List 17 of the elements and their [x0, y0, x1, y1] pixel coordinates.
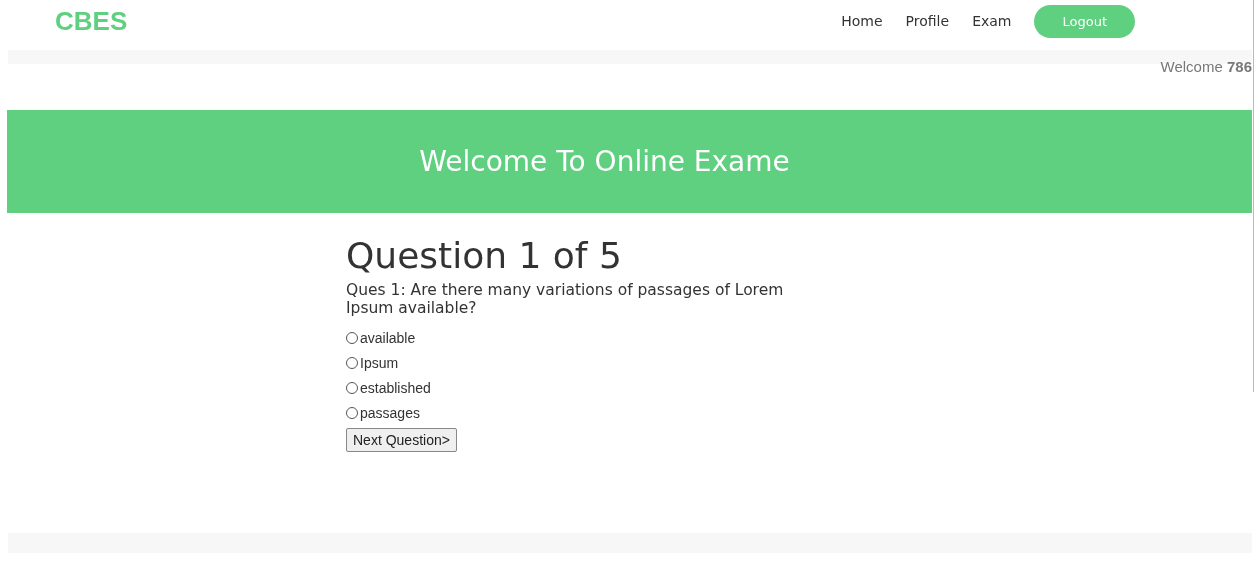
option-label[interactable]: Ipsum: [360, 355, 399, 372]
nav-link[interactable]: Profile: [905, 13, 950, 29]
radio-button[interactable]: [346, 382, 358, 395]
question-counter: Question 1 of 5: [346, 235, 622, 276]
nav-link[interactable]: Home: [841, 13, 883, 29]
radio-button[interactable]: [346, 332, 358, 345]
option-label[interactable]: available: [360, 330, 416, 347]
radio-button[interactable]: [346, 357, 358, 370]
question-text: Ques 1: Are there many variations of passages of Lorem Ipsum available?: [346, 282, 785, 318]
logo: CBES: [55, 5, 128, 37]
banner-title: Welcome To Online Exame: [419, 145, 790, 178]
option-label[interactable]: established: [360, 380, 431, 397]
next-question-button[interactable]: Next Question>: [346, 427, 457, 452]
welcome-text: Welcome 786: [1160, 58, 1252, 77]
option-label[interactable]: passages: [360, 405, 420, 422]
nav-link[interactable]: Exam: [972, 13, 1012, 29]
radio-button[interactable]: [346, 407, 358, 420]
